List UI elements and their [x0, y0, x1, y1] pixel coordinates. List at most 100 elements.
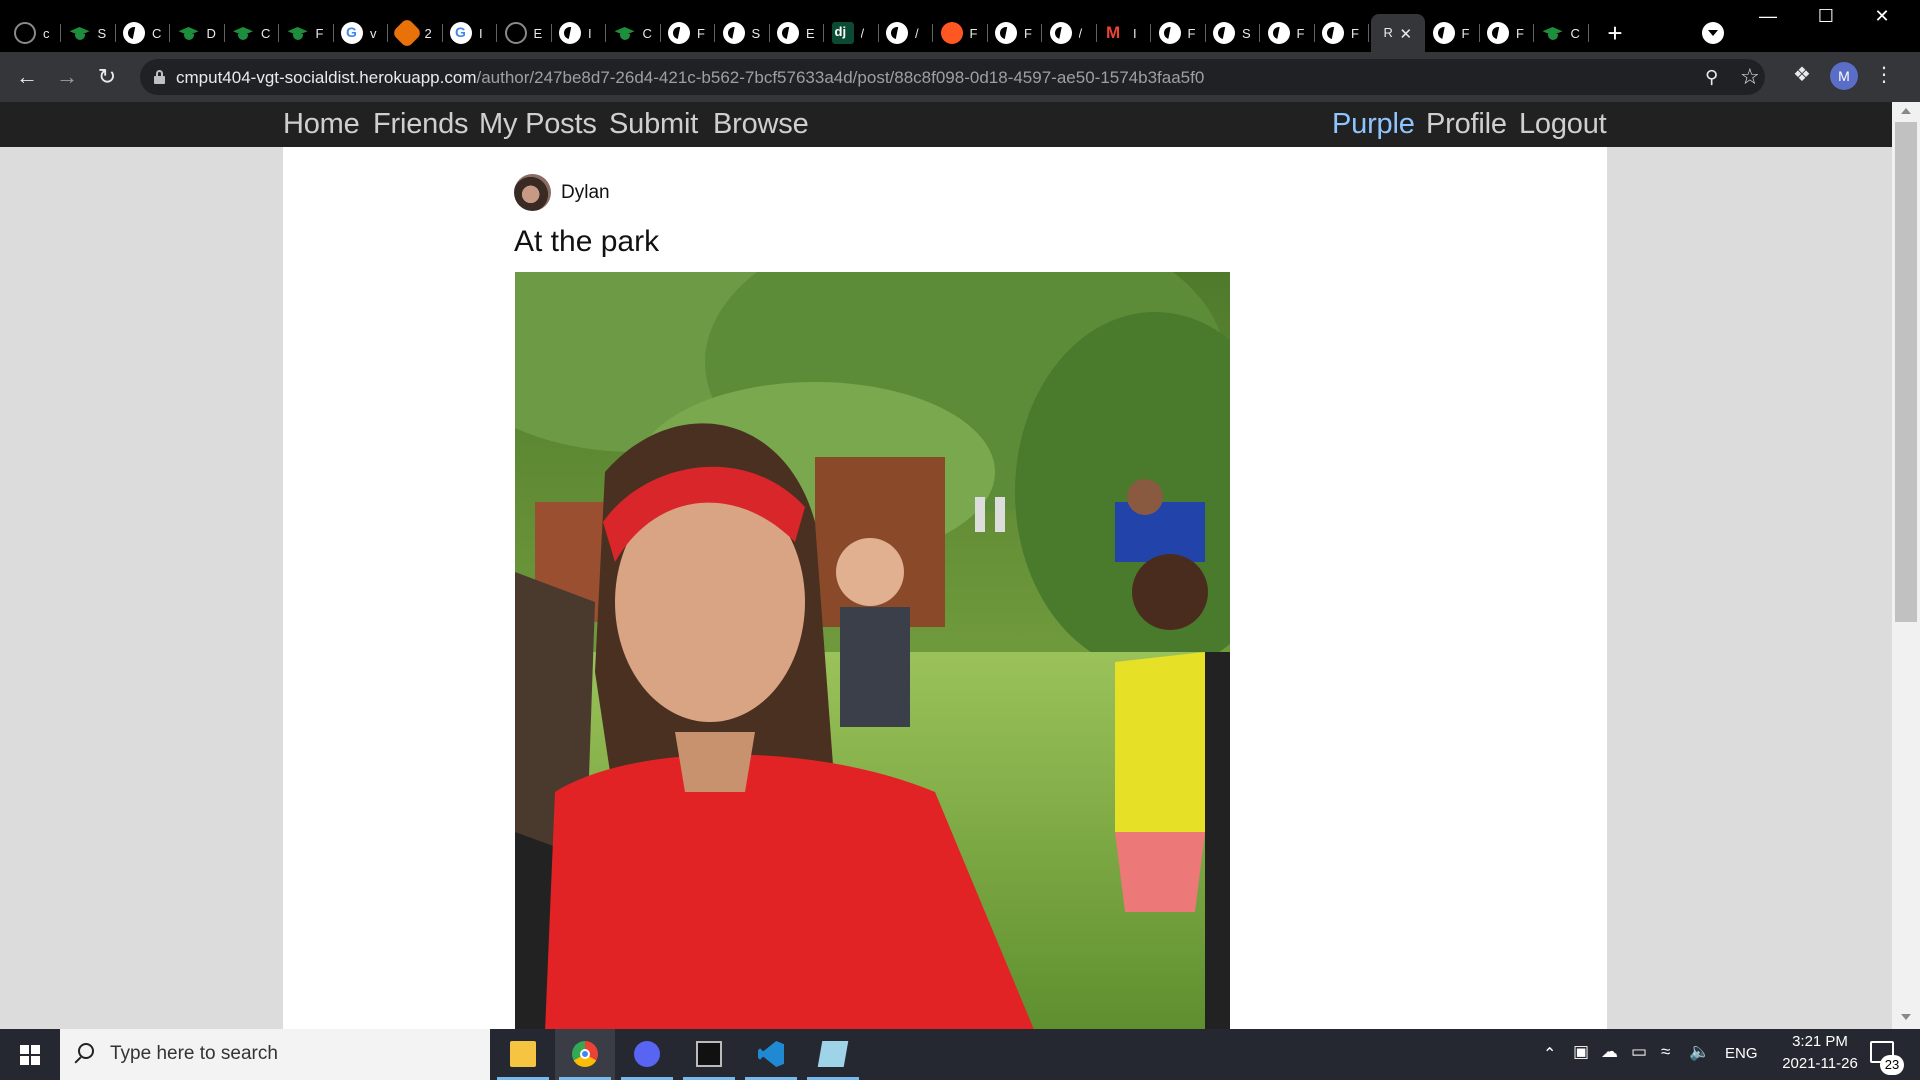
tab-title: S	[751, 25, 761, 41]
graduation-cap-icon	[178, 22, 200, 44]
browser-tab[interactable]: C	[1536, 16, 1589, 50]
post-panel: Dylan At the park	[283, 147, 1607, 1029]
graduation-cap-icon	[287, 22, 309, 44]
page-viewport: Home Friends My Posts Submit Browse Purp…	[0, 102, 1892, 1029]
browser-tab[interactable]: I	[1098, 16, 1151, 50]
url-host: cmput404-vgt-socialdist.herokuapp.com	[176, 68, 477, 87]
minimize-button[interactable]: —	[1748, 6, 1788, 27]
scroll-down-arrow-icon[interactable]	[1901, 1014, 1911, 1020]
profile-avatar[interactable]: M	[1830, 62, 1858, 90]
browser-tab[interactable]: F	[1481, 16, 1534, 50]
tab-title: S	[1242, 25, 1251, 41]
browser-tab[interactable]: F	[1153, 16, 1206, 50]
globe-icon	[123, 22, 145, 44]
taskbar-app-vscode[interactable]	[741, 1029, 801, 1080]
taskbar-app-terminal[interactable]	[679, 1029, 739, 1080]
nav-logout-link[interactable]: Logout	[1519, 108, 1607, 141]
browser-tab[interactable]: F	[281, 16, 334, 50]
forward-button[interactable]: →	[52, 62, 82, 92]
tab-title: F	[1516, 25, 1524, 41]
browser-tab[interactable]: S	[63, 16, 116, 50]
nav-friends-link[interactable]: Friends	[373, 108, 469, 141]
bookmark-star-icon[interactable]: ☆	[1740, 64, 1760, 90]
taskbar-app-chrome[interactable]	[555, 1029, 615, 1080]
browser-tab[interactable]: F	[1427, 16, 1480, 50]
taskbar-app-discord[interactable]	[617, 1029, 677, 1080]
tab-separator	[823, 24, 824, 42]
browser-tab[interactable]: F	[935, 16, 988, 50]
tab-search-icon[interactable]	[1702, 22, 1724, 44]
browser-tab[interactable]: S	[717, 16, 770, 50]
browser-tab[interactable]: F	[1316, 16, 1369, 50]
meet-now-icon[interactable]: ▣	[1573, 1042, 1589, 1062]
django-icon	[831, 22, 854, 44]
browser-tab[interactable]: c	[8, 16, 61, 50]
browser-tab[interactable]: I	[553, 16, 606, 50]
input-language[interactable]: ENG	[1725, 1045, 1758, 1062]
nav-browse-link[interactable]: Browse	[713, 108, 809, 141]
taskbar-app-file-explorer[interactable]	[493, 1029, 553, 1080]
browser-tab[interactable]: 2	[390, 16, 443, 50]
wifi-icon[interactable]: ≈	[1661, 1042, 1670, 1062]
browser-tab[interactable]: C	[226, 16, 279, 50]
tab-title: C	[642, 25, 652, 41]
address-bar[interactable]: cmput404-vgt-socialdist.herokuapp.com/au…	[140, 59, 1765, 95]
browser-tab[interactable]: /	[826, 16, 879, 50]
taskbar-app-notepad[interactable]	[803, 1029, 863, 1080]
tab-separator	[986, 24, 988, 42]
nav-my-posts-link[interactable]: My Posts	[479, 108, 597, 141]
url-text[interactable]: cmput404-vgt-socialdist.herokuapp.com/au…	[176, 68, 1204, 88]
scroll-up-arrow-icon[interactable]	[1901, 108, 1911, 114]
browser-tab[interactable]: F	[989, 16, 1042, 50]
start-button[interactable]	[0, 1029, 60, 1080]
browser-tab[interactable]: S	[1207, 16, 1260, 50]
browser-tab[interactable]: v	[335, 16, 388, 50]
page-scrollbar[interactable]	[1892, 102, 1920, 1029]
clock-time[interactable]: 3:21 PM	[1760, 1033, 1880, 1050]
tab-separator	[1259, 24, 1260, 42]
tab-title: /	[1078, 25, 1083, 41]
browser-tab[interactable]: C	[608, 16, 661, 50]
search-icon	[78, 1043, 94, 1059]
new-tab-button[interactable]: +	[1602, 20, 1628, 46]
tab-separator	[605, 24, 606, 42]
clock-date[interactable]: 2021-11-26	[1760, 1055, 1880, 1072]
tab-title: F	[1187, 25, 1196, 41]
taskbar-search-box[interactable]: Type here to search	[60, 1029, 490, 1080]
tab-title: C	[261, 25, 271, 41]
nav-profile-link[interactable]: Profile	[1426, 108, 1507, 141]
key-icon[interactable]: ⚲	[1705, 67, 1718, 88]
back-button[interactable]: ←	[12, 62, 42, 92]
author-name[interactable]: Dylan	[561, 182, 610, 204]
browser-tab[interactable]: E	[499, 16, 552, 50]
maximize-button[interactable]: ☐	[1806, 6, 1846, 27]
globe-icon	[1213, 22, 1235, 44]
browser-tab[interactable]: I	[444, 16, 497, 50]
nav-submit-link[interactable]: Submit	[609, 108, 698, 141]
graduation-cap-icon	[69, 22, 91, 44]
tab-separator	[1313, 24, 1315, 42]
notification-count-badge: 23	[1880, 1055, 1904, 1075]
tray-chevron-up-icon[interactable]: ⌃	[1543, 1044, 1556, 1064]
battery-icon[interactable]: ▭	[1631, 1042, 1647, 1062]
volume-icon[interactable]: 🔈	[1689, 1042, 1710, 1062]
lock-icon[interactable]	[154, 70, 165, 84]
browser-tab[interactable]: F	[662, 16, 715, 50]
close-window-button[interactable]: ✕	[1862, 6, 1902, 27]
onedrive-cloud-icon[interactable]: ☁	[1601, 1042, 1618, 1062]
browser-tab[interactable]: F	[1262, 16, 1315, 50]
browser-tab[interactable]: E	[771, 16, 824, 50]
browser-tab[interactable]: /	[1044, 16, 1097, 50]
reload-button[interactable]: ↻	[92, 62, 122, 92]
nav-home-link[interactable]: Home	[283, 108, 360, 141]
browser-tab[interactable]: D	[172, 16, 225, 50]
tab-separator	[1533, 24, 1534, 42]
nav-purple-link[interactable]: Purple	[1332, 108, 1415, 141]
close-tab-icon[interactable]: ✕	[1400, 25, 1413, 43]
browser-tab[interactable]: /	[880, 16, 933, 50]
author-avatar[interactable]	[514, 174, 551, 211]
kebab-menu-icon[interactable]: ⋮	[1874, 63, 1894, 87]
scrollbar-thumb[interactable]	[1895, 122, 1917, 622]
extensions-puzzle-icon[interactable]: ❖	[1793, 65, 1813, 85]
browser-tab[interactable]: C	[117, 16, 170, 50]
